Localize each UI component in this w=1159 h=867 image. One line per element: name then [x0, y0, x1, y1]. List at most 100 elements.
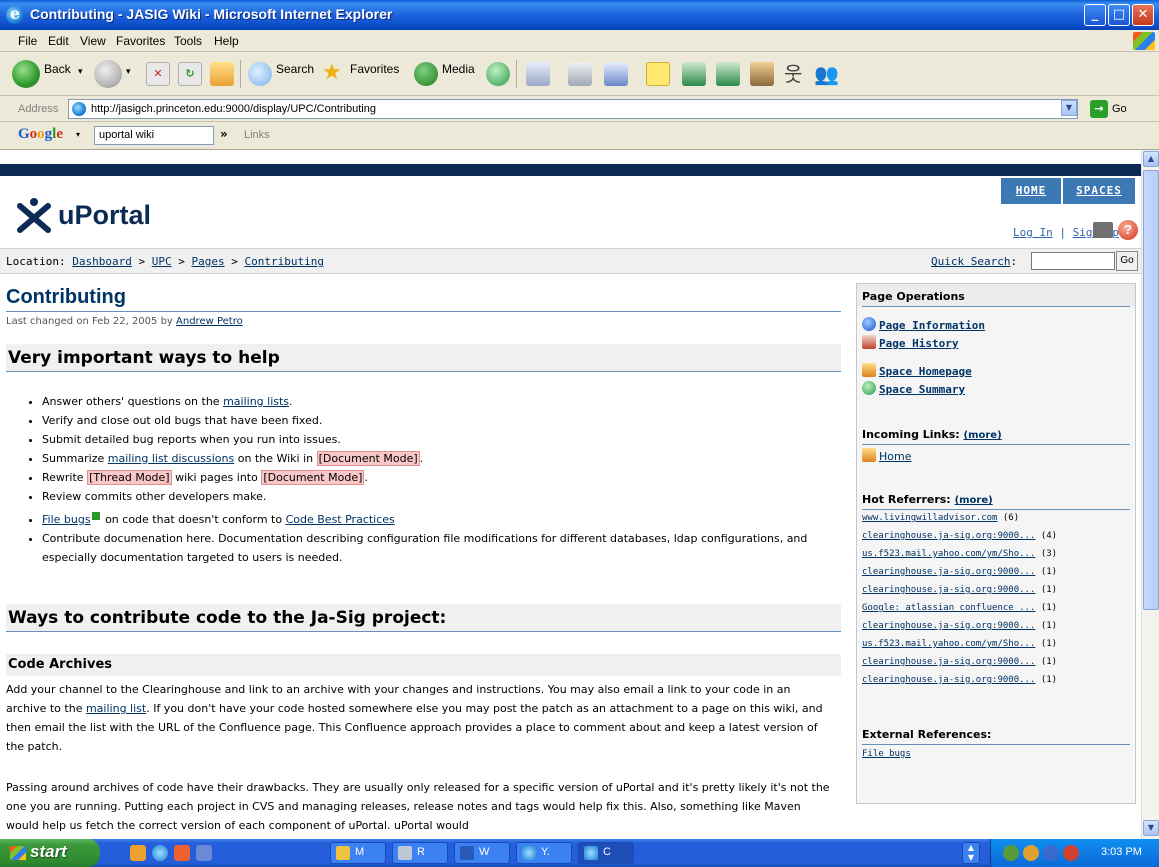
op-page-information[interactable]: Page Information — [862, 317, 985, 332]
referrer-link[interactable]: clearinghouse.ja-sig.org:9000... — [862, 531, 1035, 541]
referrer-link[interactable]: clearinghouse.ja-sig.org:9000... — [862, 621, 1035, 631]
go-button[interactable]: Go — [1112, 103, 1127, 115]
task-r[interactable]: R — [392, 842, 448, 864]
refresh-icon[interactable]: ↻ — [178, 62, 202, 86]
space-homepage-link[interactable]: Space Homepage — [879, 365, 972, 378]
mailing-list-link[interactable]: mailing list — [86, 702, 146, 715]
home-icon[interactable] — [210, 62, 234, 86]
vertical-scrollbar[interactable]: ▲ ▼ — [1141, 150, 1159, 839]
referrer-link[interactable]: clearinghouse.ja-sig.org:9000... — [862, 585, 1035, 595]
menu-view[interactable]: View — [80, 34, 106, 48]
address-input[interactable]: http://jasigch.princeton.edu:9000/displa… — [68, 99, 1078, 119]
print-icon[interactable] — [1093, 222, 1113, 238]
print-icon[interactable] — [568, 62, 592, 86]
minimize-button[interactable]: _ — [1084, 4, 1106, 26]
back-dropdown-icon[interactable]: ▾ — [78, 66, 83, 77]
referrer-link[interactable]: us.f523.mail.yahoo.com/ym/Sho... — [862, 549, 1035, 559]
google-logo[interactable]: Google — [18, 126, 63, 143]
incoming-home-link[interactable]: Home — [879, 450, 911, 463]
forward-arrow-icon[interactable] — [94, 60, 122, 88]
forward-dropdown-icon[interactable]: ▾ — [126, 66, 131, 77]
menu-tools[interactable]: Tools — [174, 34, 202, 48]
page-history-link[interactable]: Page History — [879, 337, 958, 350]
maximize-button[interactable]: □ — [1108, 4, 1130, 26]
quick-search-link[interactable]: Quick Search — [931, 255, 1010, 268]
quicklaunch-people-icon[interactable] — [130, 845, 146, 861]
task-y[interactable]: Y. — [516, 842, 572, 864]
mailing-list-discussions-link[interactable]: mailing list discussions — [108, 452, 234, 465]
op-space-homepage[interactable]: Space Homepage — [862, 363, 972, 378]
menu-favorites[interactable]: Favorites — [116, 34, 165, 48]
breadcrumb-dashboard[interactable]: Dashboard — [72, 255, 132, 268]
file-bugs-link[interactable]: File bugs — [42, 513, 91, 526]
close-button[interactable]: ✕ — [1132, 4, 1154, 26]
referrer-link[interactable]: clearinghouse.ja-sig.org:9000... — [862, 675, 1035, 685]
referrer-link[interactable]: us.f523.mail.yahoo.com/ym/Sho... — [862, 639, 1035, 649]
mail-icon[interactable] — [526, 62, 550, 86]
tab-spaces[interactable]: SPACES — [1063, 178, 1135, 204]
google-dropdown-icon[interactable]: ▾ — [76, 130, 80, 139]
edit-icon[interactable] — [604, 62, 628, 86]
go-arrow-icon[interactable]: → — [1090, 100, 1108, 118]
favorites-star-icon[interactable]: ★ — [322, 59, 342, 85]
task-c[interactable]: C — [578, 842, 634, 864]
referrer-link[interactable]: clearinghouse.ja-sig.org:9000... — [862, 567, 1035, 577]
back-arrow-icon[interactable] — [12, 60, 40, 88]
quick-search-input[interactable] — [1031, 252, 1115, 270]
document-mode-tag[interactable]: [Document Mode] — [316, 451, 420, 466]
scroll-up-arrow-icon[interactable]: ▲ — [1143, 151, 1159, 167]
quick-search-go-button[interactable]: Go — [1116, 251, 1138, 271]
page-information-link[interactable]: Page Information — [879, 319, 985, 332]
messenger-alt-icon[interactable] — [716, 62, 740, 86]
tray-security-icon[interactable] — [1063, 845, 1079, 861]
tray-network-icon[interactable] — [1043, 845, 1059, 861]
scroll-down-arrow-icon[interactable]: ▼ — [1143, 820, 1159, 836]
op-space-summary[interactable]: Space Summary — [862, 381, 965, 396]
history-icon[interactable] — [486, 62, 510, 86]
help-icon[interactable]: ? — [1118, 220, 1138, 240]
op-page-history[interactable]: Page History — [862, 335, 958, 350]
hot-more-link[interactable]: (more) — [955, 495, 993, 506]
toolbar-overflow-chevron[interactable]: » — [220, 127, 228, 141]
links-toolbar[interactable]: Links — [244, 129, 270, 141]
google-search-input[interactable]: uportal wiki — [94, 126, 214, 145]
tab-home[interactable]: HOME — [1001, 178, 1061, 204]
search-icon[interactable] — [248, 62, 272, 86]
mailing-lists-link[interactable]: mailing lists — [223, 395, 289, 408]
people-icon[interactable]: 웃 — [784, 62, 808, 86]
quicklaunch-app-icon[interactable] — [196, 845, 212, 861]
media-icon[interactable] — [414, 62, 438, 86]
task-m[interactable]: M — [330, 842, 386, 864]
address-dropdown-icon[interactable]: ▼ — [1061, 100, 1077, 116]
task-w[interactable]: W — [454, 842, 510, 864]
start-button[interactable]: start — [0, 839, 100, 867]
back-button[interactable]: Back — [44, 62, 71, 76]
stop-icon[interactable]: ✕ — [146, 62, 170, 86]
messenger-icon[interactable] — [682, 62, 706, 86]
author-link[interactable]: Andrew Petro — [176, 316, 243, 327]
tray-messenger-icon[interactable] — [1023, 845, 1039, 861]
tray-app-icon[interactable] — [1003, 845, 1019, 861]
space-summary-link[interactable]: Space Summary — [879, 383, 965, 396]
thread-mode-tag[interactable]: [Thread Mode] — [87, 470, 172, 485]
quicklaunch-ie-icon[interactable] — [152, 845, 168, 861]
contacts-icon[interactable]: 👥 — [814, 62, 839, 86]
referrer-link[interactable]: clearinghouse.ja-sig.org:9000... — [862, 657, 1035, 667]
taskbar-scroll-icon[interactable]: ▲ ▼ — [962, 842, 980, 864]
breadcrumb-upc[interactable]: UPC — [152, 255, 172, 268]
scroll-thumb[interactable] — [1143, 170, 1159, 610]
referrer-link[interactable]: Google: atlassian confluence ... — [862, 603, 1035, 613]
uportal-logo[interactable]: uPortal — [14, 194, 214, 244]
incoming-link-item[interactable]: Home — [862, 448, 911, 463]
search-button[interactable]: Search — [276, 62, 314, 76]
quicklaunch-outlook-icon[interactable] — [174, 845, 190, 861]
favorites-button[interactable]: Favorites — [350, 62, 399, 76]
address-url[interactable]: http://jasigch.princeton.edu:9000/displa… — [91, 103, 376, 115]
incoming-more-link[interactable]: (more) — [964, 430, 1002, 441]
media-button[interactable]: Media — [442, 62, 475, 76]
menu-file[interactable]: File — [18, 34, 37, 48]
referrer-link[interactable]: www.livingwilladvisor.com — [862, 513, 997, 523]
login-link[interactable]: Log In — [1013, 226, 1053, 239]
menu-help[interactable]: Help — [214, 34, 239, 48]
breadcrumb-contributing[interactable]: Contributing — [244, 255, 323, 268]
